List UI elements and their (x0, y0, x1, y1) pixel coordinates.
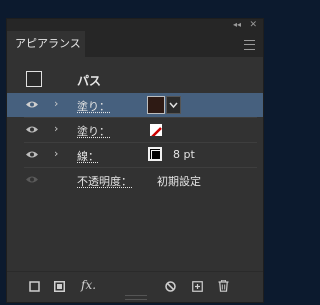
appearance-row-fill-1[interactable]: › 塗り： (7, 93, 263, 117)
resize-grip[interactable] (125, 295, 147, 300)
close-panel-icon[interactable]: ✕ (249, 19, 257, 31)
opacity-value: 初期設定 (157, 175, 201, 188)
expand-chevron-icon[interactable]: › (54, 147, 58, 160)
visibility-eye-icon[interactable] (25, 125, 39, 134)
panel-menu-icon[interactable] (244, 40, 255, 50)
panel-footer-toolbar: fx. (7, 271, 263, 302)
tab-appearance[interactable]: アピアランス (7, 31, 85, 58)
fill-color-swatch[interactable] (147, 96, 165, 114)
none-slash-icon (151, 127, 162, 136)
appearance-panel: ◂◂ ✕ アピアランス パス › 塗り： › 塗り： › 線： 8 pt 不透明… (6, 18, 264, 303)
appearance-row-fill-2[interactable]: › 塗り： (7, 118, 263, 142)
add-new-stroke-icon[interactable] (29, 281, 40, 292)
duplicate-item-icon[interactable] (192, 281, 203, 292)
add-new-fill-icon[interactable] (54, 281, 65, 292)
expand-chevron-icon[interactable]: › (54, 122, 58, 135)
visibility-eye-icon[interactable] (25, 175, 39, 184)
add-effect-fx-button[interactable]: fx. (81, 278, 96, 292)
delete-trash-icon[interactable] (218, 280, 229, 292)
stroke-color-swatch[interactable] (148, 147, 162, 161)
visibility-eye-icon[interactable] (25, 100, 39, 109)
stroke-label[interactable]: 線： (77, 148, 99, 164)
chevron-down-icon (169, 102, 178, 109)
panel-titlebar: ◂◂ ✕ (7, 19, 263, 31)
object-type-label: パス (77, 74, 102, 88)
fill-label[interactable]: 塗り： (77, 98, 110, 114)
visibility-eye-icon[interactable] (25, 150, 39, 159)
appearance-row-stroke[interactable]: › 線： 8 pt (7, 143, 263, 167)
object-thumbnail (26, 71, 42, 87)
none-color-swatch[interactable] (150, 124, 162, 136)
fill-label[interactable]: 塗り： (77, 123, 110, 139)
stroke-weight-value[interactable]: 8 pt (173, 148, 195, 161)
swatch-dropdown-button[interactable] (166, 96, 181, 114)
appearance-row-opacity[interactable]: 不透明度： 初期設定 (7, 168, 263, 192)
opacity-label[interactable]: 不透明度： (77, 173, 132, 189)
clear-appearance-icon[interactable] (165, 281, 176, 292)
appearance-header: パス (7, 65, 263, 93)
panel-tabbar: アピアランス (7, 31, 263, 58)
collapse-panel-icon[interactable]: ◂◂ (233, 19, 241, 31)
expand-chevron-icon[interactable]: › (54, 97, 58, 110)
